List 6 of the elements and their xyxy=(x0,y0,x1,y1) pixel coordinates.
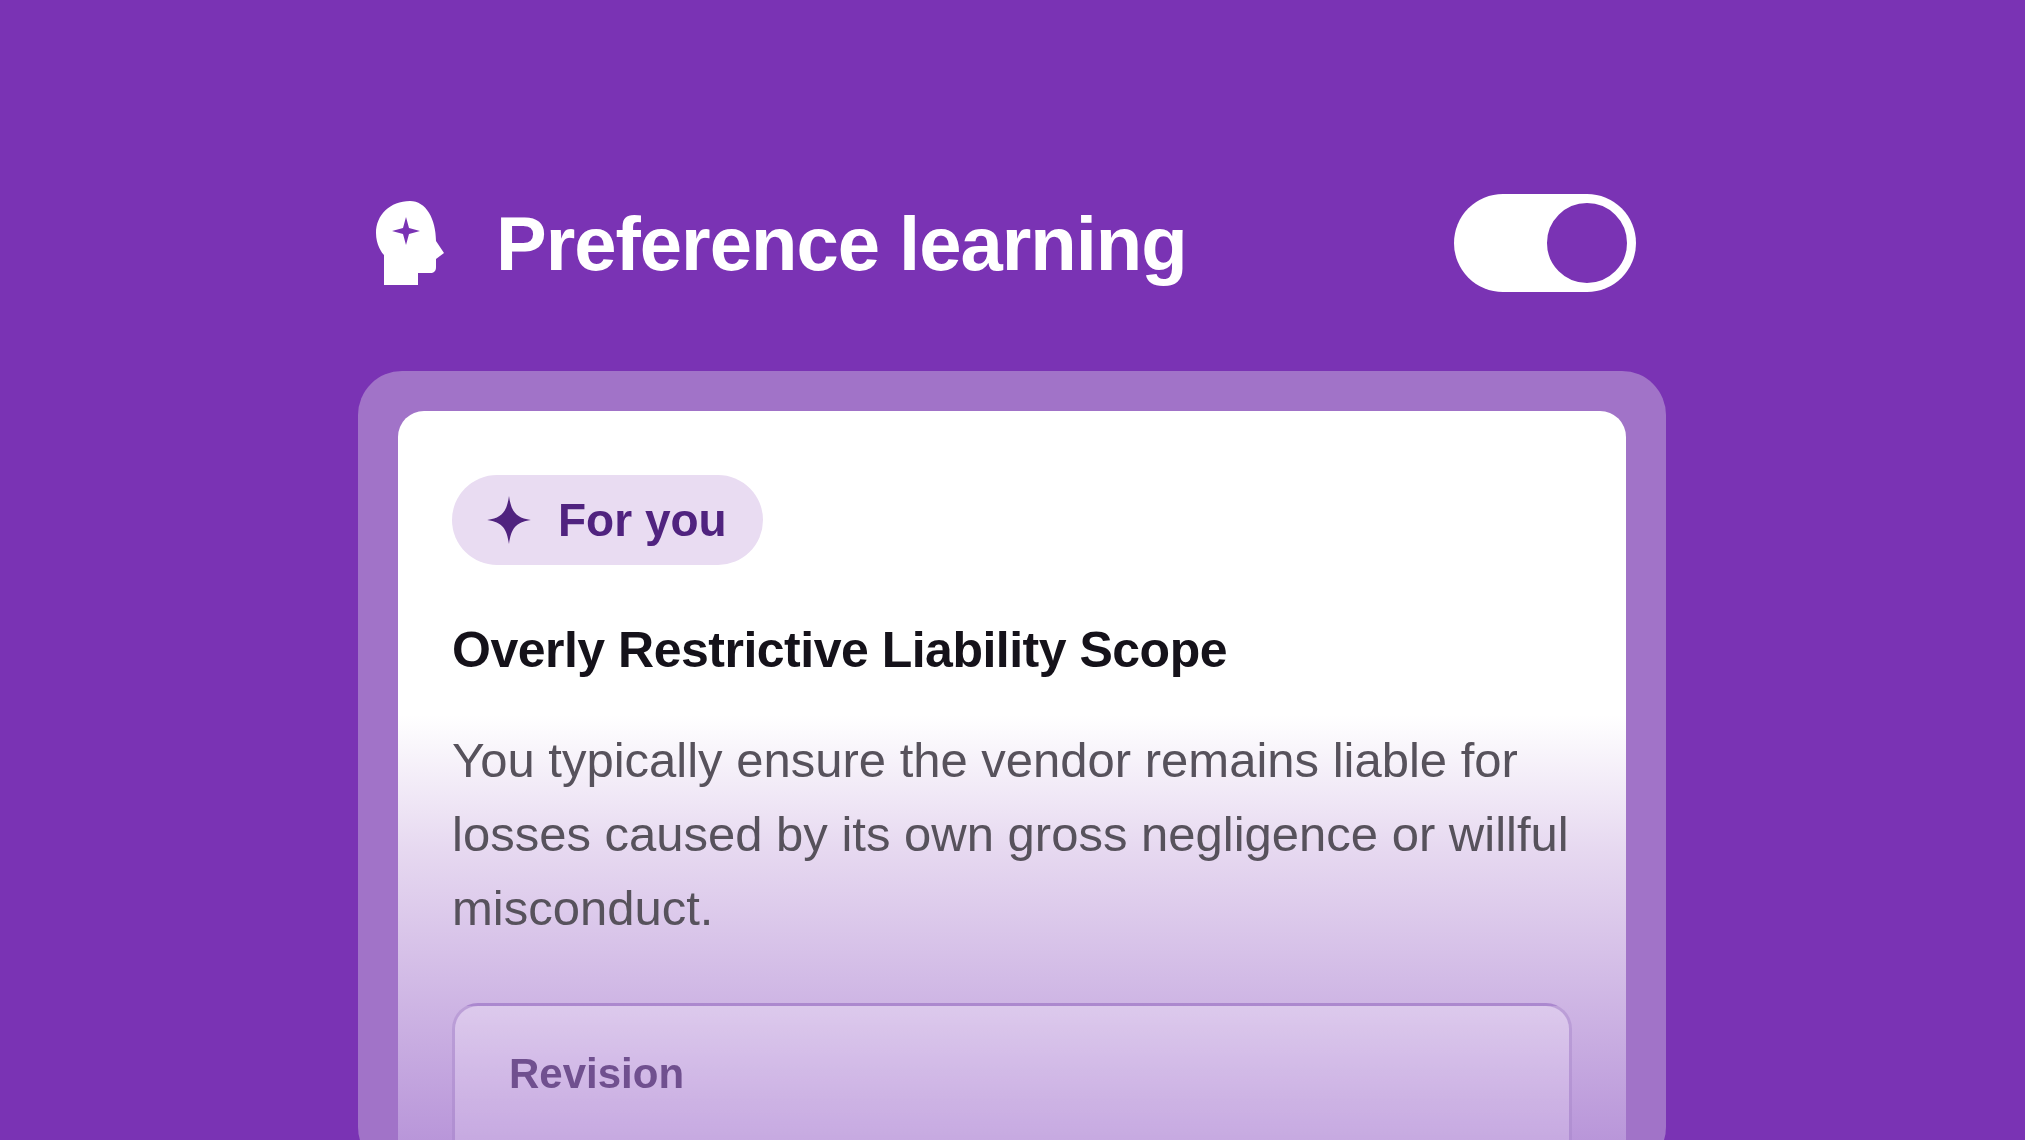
page-title: Preference learning xyxy=(496,199,1187,287)
card-description: You typically ensure the vendor remains liable for losses caused by its own gross negligence or willful misconduct. xyxy=(452,732,1570,937)
badge-label: For you xyxy=(558,493,727,547)
sparkle-icon xyxy=(486,496,532,544)
revision-label: Revision xyxy=(509,1050,685,1097)
card-title: Overly Restrictive Liability Scope xyxy=(452,621,1228,679)
